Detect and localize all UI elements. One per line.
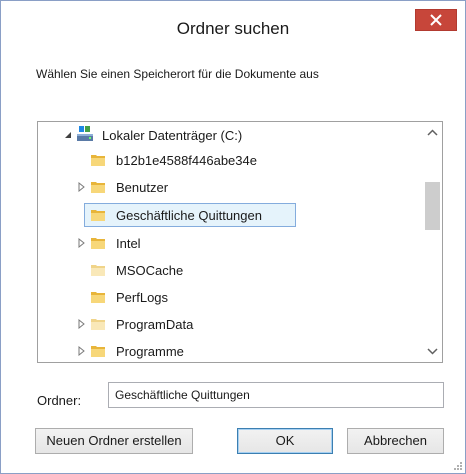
dialog-title: Ordner suchen xyxy=(176,19,290,38)
expand-arrow-icon[interactable] xyxy=(78,238,86,248)
close-icon xyxy=(430,14,442,26)
title-bar[interactable]: Ordner suchen xyxy=(1,1,465,38)
scroll-thumb[interactable] xyxy=(425,182,440,230)
tree-item-label: Geschäftliche Quittungen xyxy=(116,208,262,223)
chevron-up-icon xyxy=(427,129,438,136)
tree-item-label: Benutzer xyxy=(116,180,169,195)
tree-item-label: Programme xyxy=(116,344,184,359)
chevron-down-icon xyxy=(427,348,438,355)
folder-icon xyxy=(91,238,105,249)
folder-icon xyxy=(91,210,105,221)
folder-name-input[interactable]: Geschäftliche Quittungen xyxy=(108,382,444,408)
folder-icon xyxy=(91,182,105,193)
tree-item-label: PerfLogs xyxy=(116,290,169,305)
tree-item-programme[interactable]: Programme xyxy=(76,340,406,362)
new-folder-button[interactable]: Neuen Ordner erstellen xyxy=(35,428,193,454)
tree-item-perflogs[interactable]: PerfLogs xyxy=(76,286,406,308)
tree-item-geschaeftliche-quittungen[interactable]: Geschäftliche Quittungen xyxy=(84,203,296,227)
scroll-down-button[interactable] xyxy=(423,342,442,360)
tree-item-programdata[interactable]: ProgramData xyxy=(76,313,406,335)
tree-item-intel[interactable]: Intel xyxy=(76,232,406,254)
folder-browser-dialog: Ordner suchen Wählen Sie einen Speichero… xyxy=(0,0,466,474)
folder-icon xyxy=(91,155,105,166)
tree-item-root[interactable]: Lokaler Datenträger (C:) xyxy=(60,124,360,146)
vertical-scrollbar[interactable] xyxy=(423,122,442,362)
expand-arrow-icon[interactable] xyxy=(78,319,86,329)
folder-field-label: Ordner: xyxy=(37,393,82,408)
collapse-arrow-icon[interactable] xyxy=(64,130,72,140)
ok-button[interactable]: OK xyxy=(237,428,333,454)
folder-icon xyxy=(91,319,105,330)
instruction-text: Wählen Sie einen Speicherort für die Dok… xyxy=(36,67,319,81)
close-button[interactable] xyxy=(415,9,457,31)
expand-arrow-icon[interactable] xyxy=(78,182,86,192)
folder-icon xyxy=(91,265,105,276)
drive-icon xyxy=(77,126,93,141)
tree-item-label: ProgramData xyxy=(116,317,194,332)
tree-item-msocache[interactable]: MSOCache xyxy=(76,259,406,281)
scroll-up-button[interactable] xyxy=(423,124,442,142)
tree-item-benutzer[interactable]: Benutzer xyxy=(76,176,406,198)
cancel-button[interactable]: Abbrechen xyxy=(347,428,444,454)
expand-arrow-icon[interactable] xyxy=(78,346,86,356)
tree-item-b12b1e4588f446abe34e[interactable]: b12b1e4588f446abe34e xyxy=(76,149,406,171)
tree-item-label: Intel xyxy=(116,236,141,251)
tree-item-label: MSOCache xyxy=(116,263,184,278)
folder-tree[interactable]: Lokaler Datenträger (C:) b12b1e4588f446a… xyxy=(37,121,443,363)
resize-grip-icon[interactable] xyxy=(451,459,463,471)
tree-item-label: b12b1e4588f446abe34e xyxy=(116,153,257,168)
folder-icon xyxy=(91,292,105,303)
folder-icon xyxy=(91,346,105,357)
tree-item-label: Lokaler Datenträger (C:) xyxy=(102,128,243,143)
